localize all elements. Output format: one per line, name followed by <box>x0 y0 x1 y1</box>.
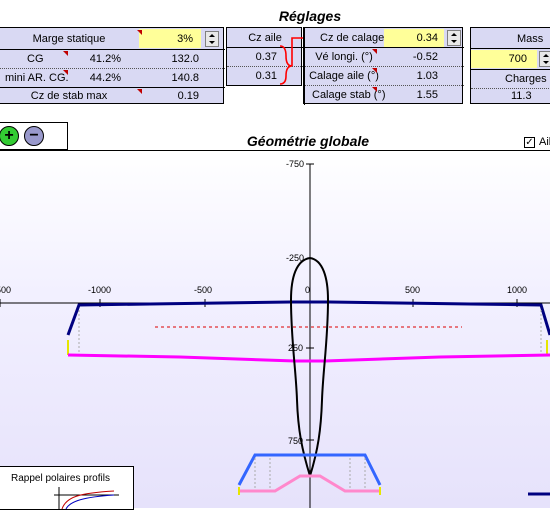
mini-ar-cg-value: 140.8 <box>171 72 199 84</box>
y-tick-label: -750 <box>286 159 305 169</box>
y-tick-label: 250 <box>288 343 304 353</box>
polar-reminder-title: Rappel polaires profils <box>11 473 110 484</box>
polar-thumbnail <box>54 487 119 509</box>
cg-percent: 41.2% <box>89 53 121 65</box>
left-settings-panel: Marge statique 3% CG 41.2% 132.0 mini AR… <box>0 27 225 104</box>
wing-trailing-edge <box>67 353 550 363</box>
cz-stab-max-value: 0.19 <box>177 90 199 102</box>
zoom-in-button[interactable]: + <box>0 126 19 146</box>
charges-value: 11.3 <box>511 90 532 102</box>
ailes-checkbox-label: Ail <box>539 136 550 148</box>
x-tick-label: 500 <box>405 285 421 295</box>
calage-stab-value: 1.55 <box>416 89 438 101</box>
marge-statique-label: Marge statique <box>32 32 106 45</box>
x-tick-label: 0 <box>305 285 311 295</box>
masse-panel: Mass 700 Charges al 11.3 <box>470 27 550 104</box>
ailes-checkbox[interactable]: ✓ <box>524 137 535 148</box>
cz-aile-value-1: 0.37 <box>255 51 277 63</box>
y-tick-label: -250 <box>286 253 305 263</box>
cg-value: 132.0 <box>171 53 199 65</box>
mini-ar-cg-label: mini AR. CG. <box>5 72 69 84</box>
charges-label: Charges al <box>505 73 550 85</box>
geometry-diagram <box>0 163 550 508</box>
masse-spinner[interactable] <box>539 51 550 67</box>
x-tick-label: -1500 <box>0 285 12 295</box>
marge-statique-value[interactable]: 3% <box>139 29 201 48</box>
masse-label: Mass <box>517 32 544 45</box>
cz-aile-value-2: 0.31 <box>255 70 277 82</box>
polar-reminder-box[interactable]: Rappel polaires profils <box>0 466 134 510</box>
ve-longi-value: -0.52 <box>412 51 438 63</box>
x-tick-label: 1000 <box>507 285 528 295</box>
minus-icon: − <box>29 127 39 144</box>
y-tick-label: 750 <box>288 436 304 446</box>
cz-calage-label: Cz de calage <box>320 32 385 44</box>
x-tick-label: -1000 <box>88 285 112 295</box>
plus-icon: + <box>4 127 14 144</box>
cz-stab-max-label: Cz de stab max <box>30 90 108 102</box>
masse-value[interactable]: 700 <box>471 50 537 68</box>
mini-ar-cg-percent: 44.2% <box>89 72 121 84</box>
settings-title: Réglages <box>278 8 342 24</box>
calage-panel: Cz de calage 0.34 Vé longi. (°) -0.52 Ca… <box>303 27 464 105</box>
zoom-toolbar: + − <box>0 122 68 150</box>
zoom-out-button[interactable]: − <box>24 126 44 146</box>
marge-spinner[interactable] <box>205 31 219 47</box>
calage-aile-value: 1.03 <box>416 70 438 82</box>
cz-calage-value[interactable]: 0.34 <box>384 29 444 47</box>
cg-label: CG <box>27 53 44 65</box>
geometry-title: Géométrie globale <box>246 133 370 149</box>
cz-calage-spinner[interactable] <box>447 30 461 46</box>
x-tick-label: -500 <box>194 285 213 295</box>
wing-leading-edge <box>66 300 550 336</box>
